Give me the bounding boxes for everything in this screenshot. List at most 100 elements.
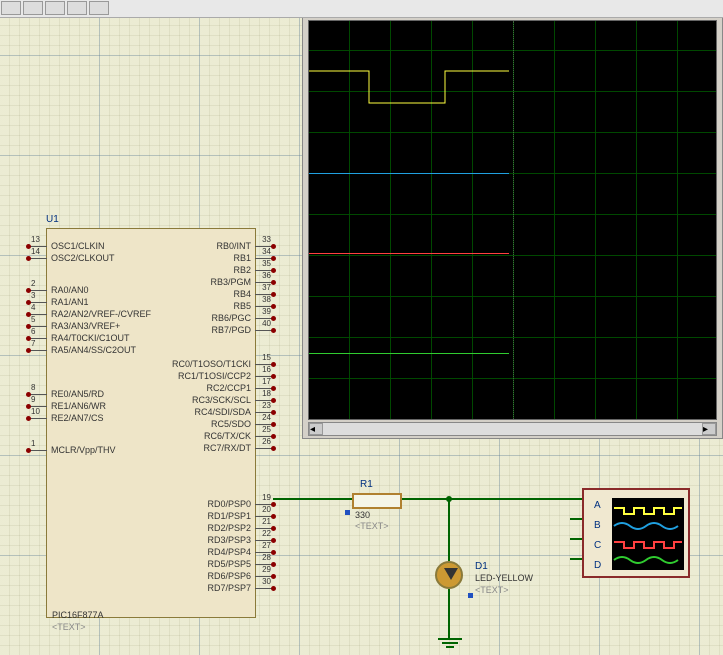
pin-number: 29 xyxy=(262,565,271,574)
pin-label: RA0/AN0 xyxy=(51,285,89,295)
pin-number: 10 xyxy=(31,407,40,416)
pin-number: 40 xyxy=(262,319,271,328)
handle-icon xyxy=(468,593,473,598)
pin-number: 6 xyxy=(31,327,35,336)
scroll-right-button[interactable]: ▸ xyxy=(702,423,716,435)
chip-u1[interactable]: OSC1/CLKIN13OSC2/CLKOUT14RA0/AN02RA1/AN1… xyxy=(46,228,256,618)
pin-label: RD3/PSP3 xyxy=(207,535,251,545)
pin-terminal[interactable] xyxy=(271,398,276,403)
pin-number: 28 xyxy=(262,553,271,562)
pin-number: 2 xyxy=(31,279,35,288)
pin-label: RB0/INT xyxy=(216,241,251,251)
pin-terminal[interactable] xyxy=(271,538,276,543)
pin-number: 26 xyxy=(262,437,271,446)
pin-stub xyxy=(30,450,47,451)
pin-stub xyxy=(255,448,272,449)
pin-label: RD2/PSP2 xyxy=(207,523,251,533)
pin-terminal[interactable] xyxy=(271,280,276,285)
pin-terminal[interactable] xyxy=(26,448,31,453)
pin-number: 8 xyxy=(31,383,35,392)
probe-channel-b: B xyxy=(594,520,601,531)
pin-terminal[interactable] xyxy=(271,574,276,579)
oscilloscope-probe[interactable]: A B C D xyxy=(582,488,690,578)
pin-terminal[interactable] xyxy=(271,268,276,273)
pin-number: 15 xyxy=(262,353,271,362)
pin-number: 18 xyxy=(262,389,271,398)
pin-terminal[interactable] xyxy=(271,244,276,249)
pin-terminal[interactable] xyxy=(271,386,276,391)
pin-label: RD7/PSP7 xyxy=(207,583,251,593)
pin-number: 16 xyxy=(262,365,271,374)
pin-number: 21 xyxy=(262,517,271,526)
pin-label: RD4/PSP4 xyxy=(207,547,251,557)
pin-number: 22 xyxy=(262,529,271,538)
pin-label: RC3/SCK/SCL xyxy=(192,395,251,405)
pin-terminal[interactable] xyxy=(271,304,276,309)
schematic-canvas[interactable]: U1 OSC1/CLKIN13OSC2/CLKOUT14RA0/AN02RA1/… xyxy=(0,18,723,655)
pin-label: RA3/AN3/VREF+ xyxy=(51,321,120,331)
pin-terminal[interactable] xyxy=(271,586,276,591)
pin-number: 27 xyxy=(262,541,271,550)
wire xyxy=(570,498,582,500)
pin-terminal[interactable] xyxy=(271,374,276,379)
scroll-left-button[interactable]: ◂ xyxy=(309,423,323,435)
pin-number: 36 xyxy=(262,271,271,280)
toolbar-button[interactable] xyxy=(45,1,65,15)
pin-terminal[interactable] xyxy=(271,316,276,321)
pin-label: RB2 xyxy=(233,265,251,275)
pin-terminal[interactable] xyxy=(26,348,31,353)
pin-label: RC2/CCP1 xyxy=(206,383,251,393)
pin-number: 20 xyxy=(262,505,271,514)
led-text: <TEXT> xyxy=(475,585,509,595)
pin-terminal[interactable] xyxy=(271,550,276,555)
pin-terminal[interactable] xyxy=(271,410,276,415)
pin-label: RC1/T1OSI/CCP2 xyxy=(178,371,251,381)
pin-number: 23 xyxy=(262,401,271,410)
scope-scrollbar[interactable]: ◂ ▸ xyxy=(308,422,717,436)
resistor-text: <TEXT> xyxy=(355,521,389,531)
toolbar-button[interactable] xyxy=(89,1,109,15)
wire xyxy=(570,518,582,520)
toolbar-button[interactable] xyxy=(23,1,43,15)
pin-label: RC4/SDI/SDA xyxy=(194,407,251,417)
oscilloscope-window[interactable]: ◂ ▸ xyxy=(302,18,723,439)
pin-terminal[interactable] xyxy=(271,514,276,519)
pin-label: RC7/RX/DT xyxy=(203,443,251,453)
pin-terminal[interactable] xyxy=(271,434,276,439)
pin-terminal[interactable] xyxy=(271,502,276,507)
wire xyxy=(402,498,582,500)
pin-terminal[interactable] xyxy=(271,446,276,451)
pin-terminal[interactable] xyxy=(26,256,31,261)
toolbar-button[interactable] xyxy=(1,1,21,15)
pin-number: 37 xyxy=(262,283,271,292)
pin-label: OSC1/CLKIN xyxy=(51,241,105,251)
pin-number: 38 xyxy=(262,295,271,304)
pin-label: RB6/PGC xyxy=(211,313,251,323)
resistor-value: 330 xyxy=(355,510,370,520)
toolbar-button[interactable] xyxy=(67,1,87,15)
pin-number: 39 xyxy=(262,307,271,316)
pin-number: 34 xyxy=(262,247,271,256)
pin-terminal[interactable] xyxy=(271,292,276,297)
probe-channel-c: C xyxy=(594,540,601,551)
pin-number: 19 xyxy=(262,493,271,502)
pin-terminal[interactable] xyxy=(271,256,276,261)
probe-channel-a: A xyxy=(594,500,601,511)
pin-label: RE0/AN5/RD xyxy=(51,389,104,399)
pin-terminal[interactable] xyxy=(271,562,276,567)
pin-terminal[interactable] xyxy=(271,526,276,531)
pin-label: RA2/AN2/VREF-/CVREF xyxy=(51,309,151,319)
pin-terminal[interactable] xyxy=(271,362,276,367)
pin-number: 5 xyxy=(31,315,35,324)
resistor-r1[interactable] xyxy=(352,493,402,509)
pin-terminal[interactable] xyxy=(271,328,276,333)
probe-mini-display xyxy=(612,498,684,570)
pin-terminal[interactable] xyxy=(26,416,31,421)
led-value: LED-YELLOW xyxy=(475,573,533,583)
chip-part: PIC16F877A xyxy=(52,610,104,620)
pin-terminal[interactable] xyxy=(271,422,276,427)
pin-label: RB4 xyxy=(233,289,251,299)
pin-number: 35 xyxy=(262,259,271,268)
pin-label: RB5 xyxy=(233,301,251,311)
pin-number: 24 xyxy=(262,413,271,422)
